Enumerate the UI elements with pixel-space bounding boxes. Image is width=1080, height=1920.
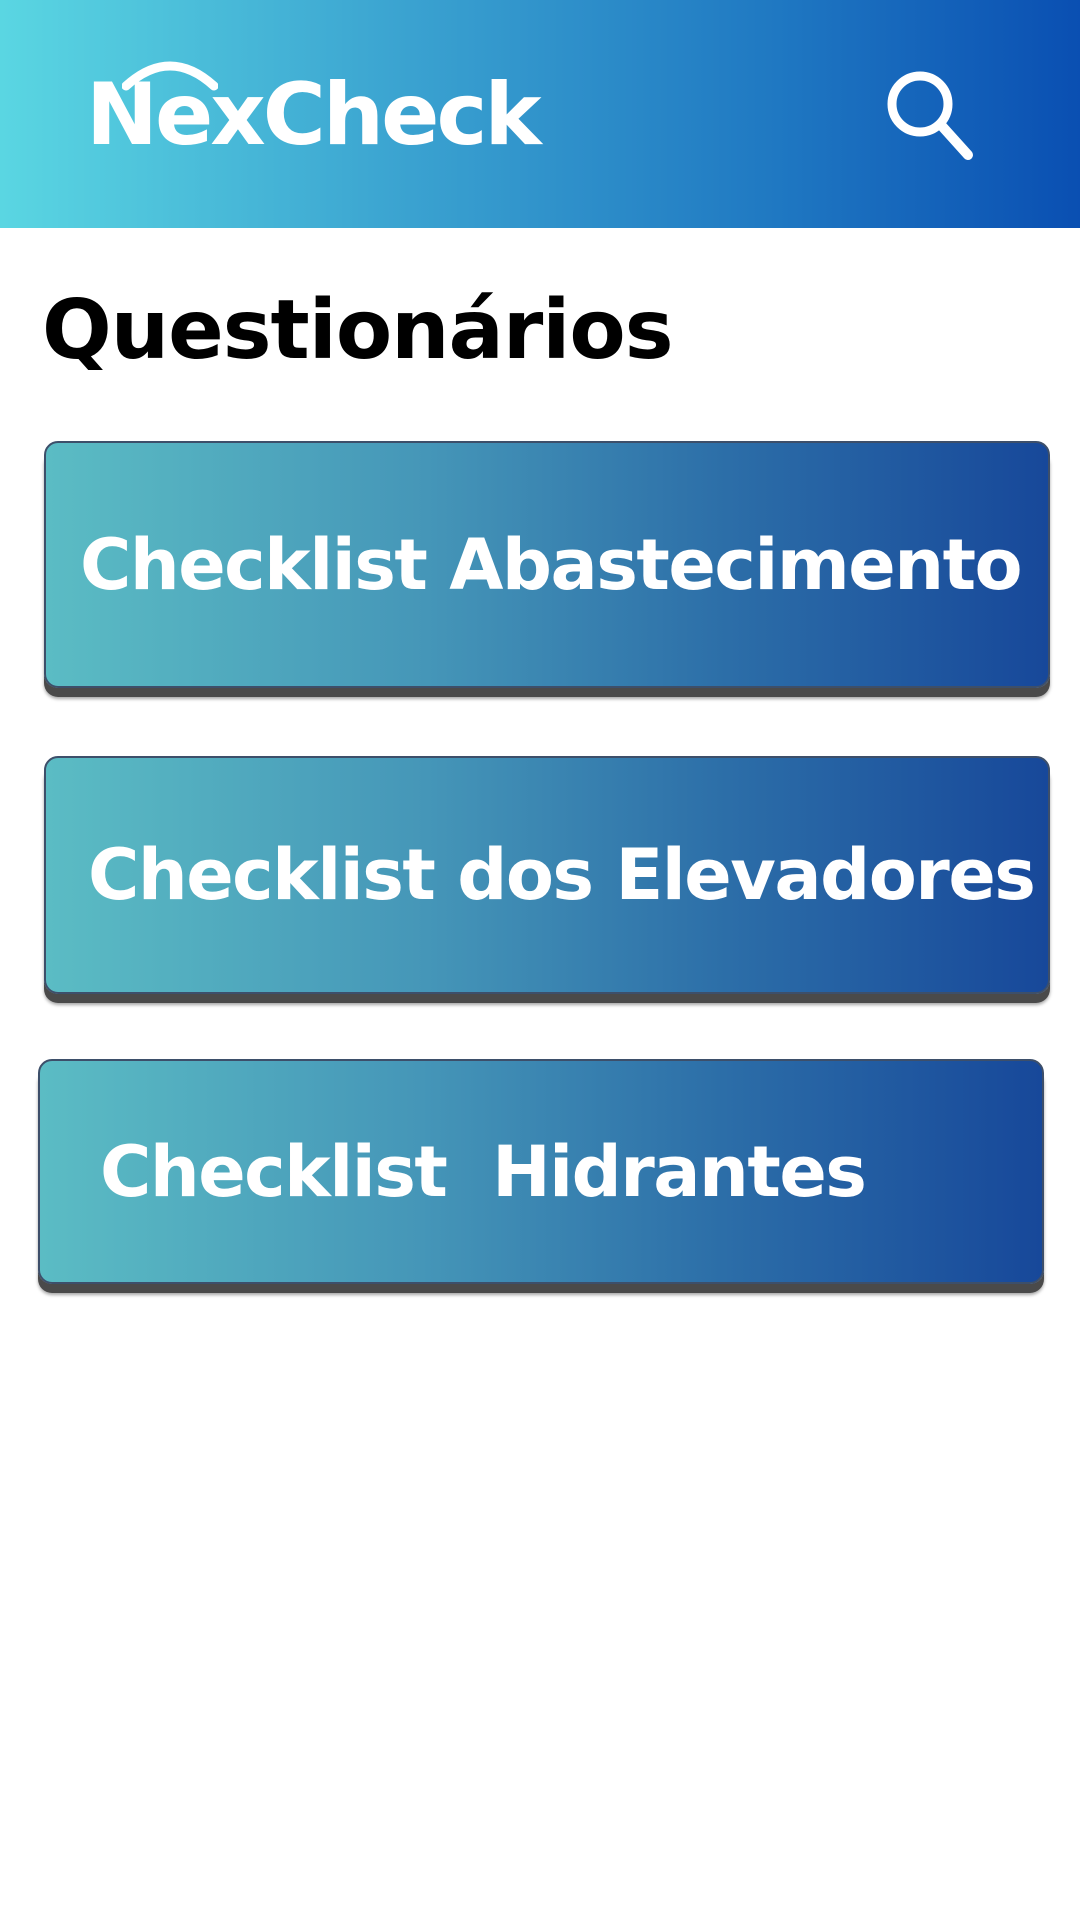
checklist-elevadores-button[interactable]: Checklist dos Elevadores	[44, 756, 1050, 994]
app-name: NexCheck	[86, 65, 542, 165]
checklist-label: Checklist Hidrantes	[100, 1130, 867, 1213]
page-title: Questionários	[42, 283, 674, 378]
checklist-label: Checklist Abastecimento	[80, 523, 1023, 606]
app-header: NexCheck	[0, 0, 1080, 228]
app-logo: NexCheck	[86, 52, 542, 172]
checklist-label: Checklist dos Elevadores	[88, 834, 1036, 916]
checklist-abastecimento-button[interactable]: Checklist Abastecimento	[44, 441, 1050, 688]
search-button[interactable]	[880, 64, 980, 164]
checklist-hidrantes-button[interactable]: Checklist Hidrantes	[38, 1059, 1044, 1284]
search-icon	[887, 71, 973, 160]
